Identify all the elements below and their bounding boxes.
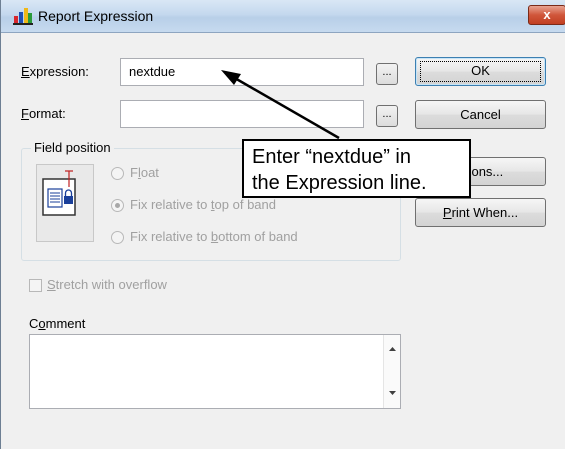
report-expression-dialog: Report Expression x Expression: nextdue … (0, 0, 565, 449)
app-icon (13, 8, 33, 25)
stretch-label: Stretch with overflow (47, 277, 167, 292)
field-position-title: Field position (31, 140, 114, 155)
fix-top-radio[interactable] (111, 199, 124, 212)
expression-input[interactable]: nextdue (120, 58, 364, 86)
expression-label: Expression: (21, 64, 89, 79)
ok-button[interactable]: OK (415, 57, 546, 86)
fix-bottom-label: Fix relative to bottom of band (130, 229, 298, 244)
instruction-callout: Enter “nextdue” in the Expression line. (242, 139, 471, 198)
stretch-checkbox[interactable] (29, 279, 42, 292)
comment-scrollbar[interactable] (383, 335, 400, 408)
scroll-down-icon (389, 391, 396, 395)
scroll-up-icon (389, 347, 396, 351)
comment-label: Comment (29, 316, 86, 331)
close-button[interactable]: x (528, 5, 565, 25)
float-radio[interactable] (111, 167, 124, 180)
print-when-button[interactable]: Print When... (415, 198, 546, 227)
comment-textarea[interactable] (29, 334, 401, 409)
fix-bottom-radio[interactable] (111, 231, 124, 244)
format-input[interactable] (120, 100, 364, 128)
focus-rectangle (420, 61, 541, 82)
expression-builder-button[interactable]: ... (376, 63, 398, 85)
callout-line-1: Enter “nextdue” in (252, 146, 411, 168)
close-icon: x (543, 7, 551, 22)
format-label: Format: (21, 106, 66, 121)
title-bar: Report Expression x (1, 0, 565, 33)
float-label: Float (130, 165, 159, 180)
callout-line-2: the Expression line. (252, 172, 427, 194)
window-title: Report Expression (38, 8, 154, 24)
fix-top-label: Fix relative to top of band (130, 197, 276, 212)
field-position-icon (36, 164, 94, 242)
cancel-button[interactable]: Cancel (415, 100, 546, 129)
format-builder-button[interactable]: ... (376, 105, 398, 127)
